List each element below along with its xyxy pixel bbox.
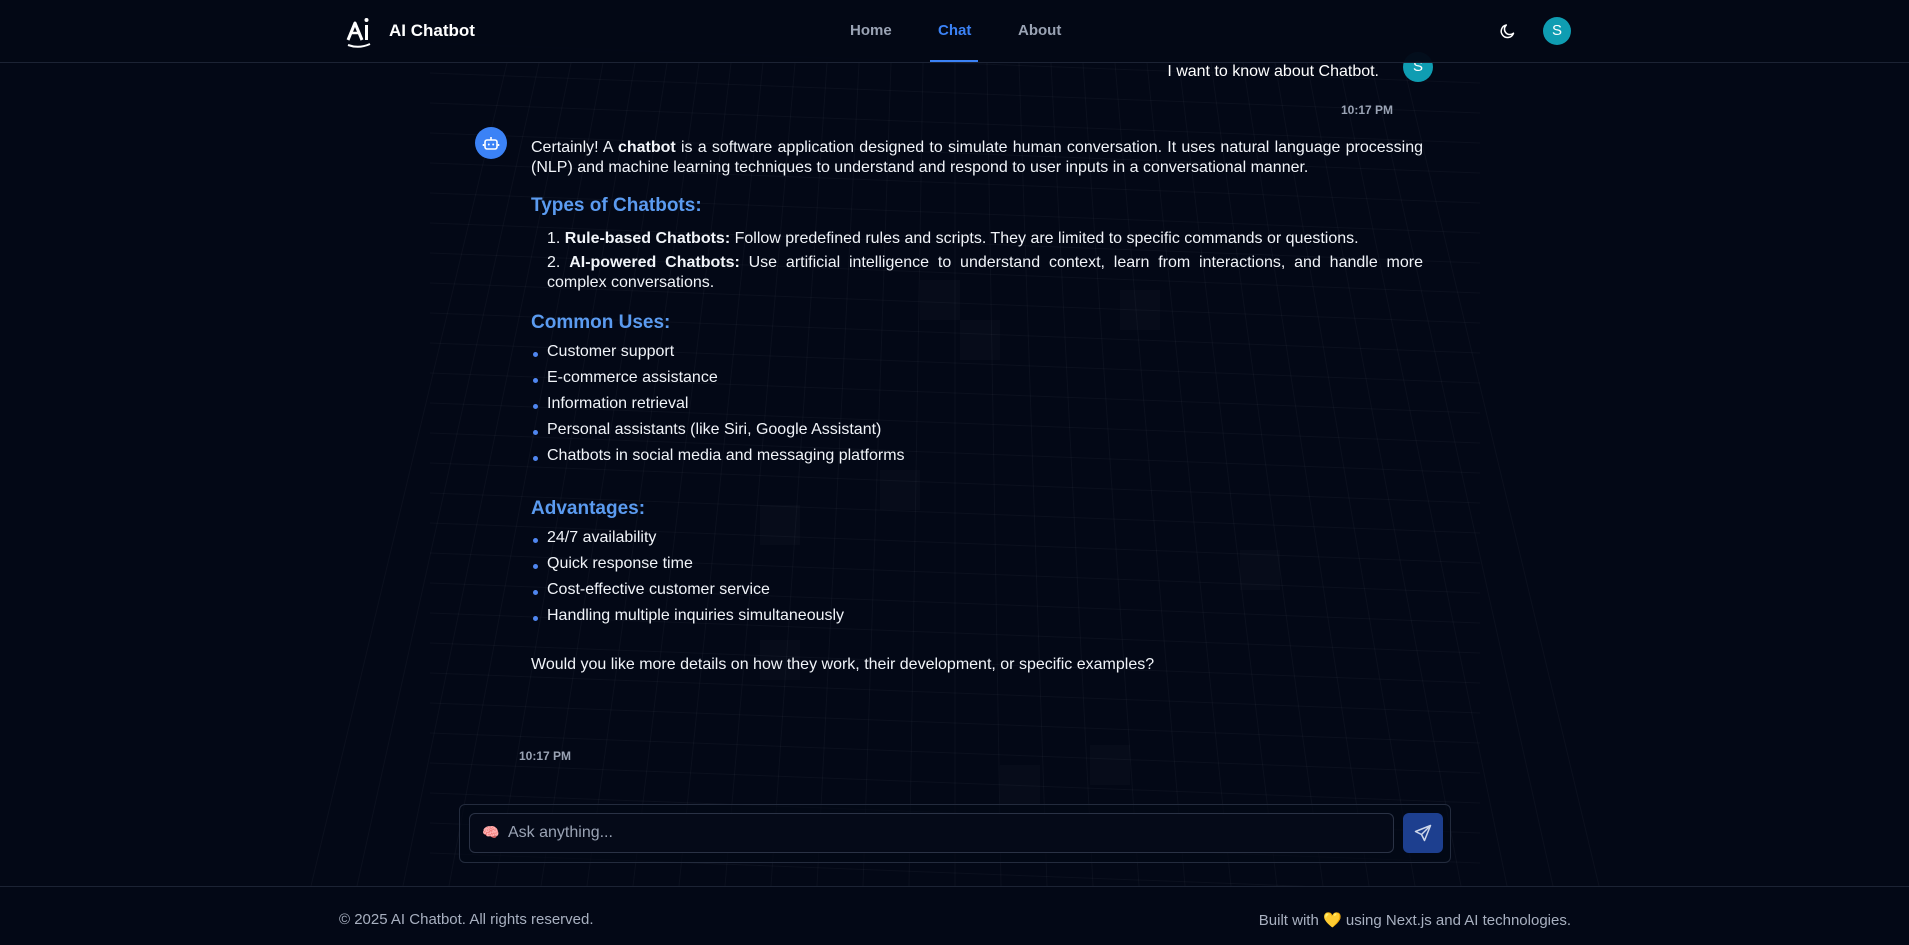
advantages-heading: Advantages:	[531, 498, 646, 519]
bot-icon	[482, 137, 500, 150]
nav-about[interactable]: About	[1018, 22, 1061, 39]
bot-intro: Certainly! A chatbot is a software appli…	[531, 139, 1424, 176]
list-item: Information retrieval	[531, 394, 1423, 420]
bot-closing: Would you like more details on how they …	[531, 656, 1155, 673]
moon-icon[interactable]	[1499, 22, 1517, 40]
bot-message-time: 10:17 PM	[519, 749, 572, 763]
ai-logo-icon[interactable]	[346, 16, 372, 48]
list-item: Cost-effective customer service	[531, 580, 1423, 606]
types-list: 1. Rule-based Chatbots: Follow predefine…	[531, 229, 1423, 293]
types-heading: Types of Chatbots:	[531, 195, 702, 216]
list-item: Handling multiple inquiries simultaneous…	[531, 606, 1423, 632]
user-avatar[interactable]: S	[1543, 17, 1571, 45]
copyright-text: © 2025 AI Chatbot. All rights reserved.	[339, 911, 594, 928]
footer: © 2025 AI Chatbot. All rights reserved. …	[0, 886, 1909, 945]
nav-home[interactable]: Home	[850, 22, 892, 39]
nav-active-indicator	[930, 60, 978, 62]
user-message-time: 10:17 PM	[1341, 103, 1394, 117]
list-item: Quick response time	[531, 554, 1423, 580]
list-item: 2. AI-powered Chatbots: Use artificial i…	[547, 254, 1424, 291]
list-item: 1. Rule-based Chatbots: Follow predefine…	[547, 230, 1359, 247]
list-item: Customer support	[531, 342, 1423, 368]
bot-message: Certainly! A chatbot is a software appli…	[531, 138, 1423, 675]
built-with-text: Built with 💛 using Next.js and AI techno…	[1258, 912, 1571, 929]
list-item: Chatbots in social media and messaging p…	[531, 446, 1423, 472]
brand-name[interactable]: AI Chatbot	[389, 21, 475, 41]
bot-avatar	[475, 127, 507, 159]
brain-icon: 🧠	[482, 824, 500, 840]
uses-heading: Common Uses:	[531, 312, 671, 333]
advantages-list: 24/7 availability Quick response time Co…	[531, 528, 1423, 632]
list-item: Personal assistants (like Siri, Google A…	[531, 420, 1423, 446]
chat-input[interactable]	[508, 814, 1378, 852]
user-message: I want to know about Chatbot.	[1167, 63, 1379, 80]
send-icon	[1414, 824, 1432, 842]
chat-input-box[interactable]: 🧠	[469, 813, 1394, 853]
bot-intro-bold: chatbot	[617, 139, 676, 156]
uses-list: Customer support E-commerce assistance I…	[531, 342, 1423, 472]
heart-icon: 💛	[1323, 912, 1342, 929]
chat-input-bar: 🧠	[459, 804, 1451, 863]
send-button[interactable]	[1403, 813, 1443, 853]
list-item: E-commerce assistance	[531, 368, 1423, 394]
nav-chat[interactable]: Chat	[938, 22, 971, 39]
top-navbar: AI Chatbot Home Chat About S	[0, 0, 1909, 63]
list-item: 24/7 availability	[531, 528, 1423, 554]
